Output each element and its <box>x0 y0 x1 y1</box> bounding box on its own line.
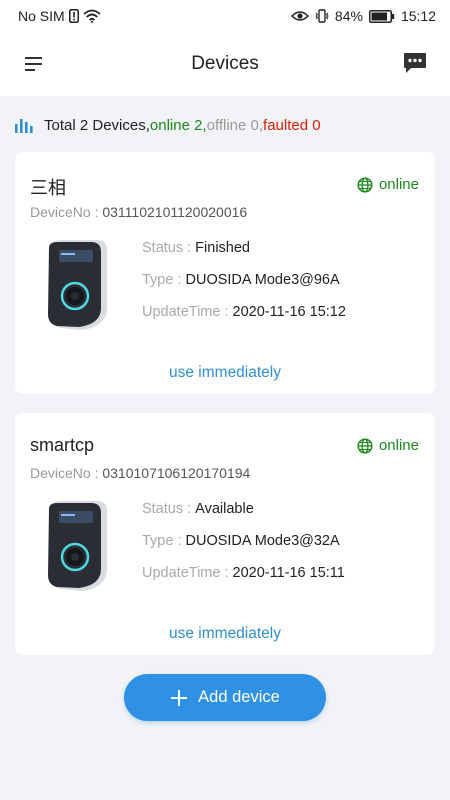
device-name: smartcp <box>30 435 95 455</box>
device-name: 三相 <box>30 178 66 198</box>
eye-icon <box>290 10 309 22</box>
online-status: online <box>357 176 419 193</box>
device-number-label: DeviceNo : <box>30 465 99 481</box>
type-label: Type : <box>142 272 182 288</box>
summary-online: online 2, <box>149 116 207 134</box>
wifi-icon <box>83 9 101 23</box>
sim-alert-icon <box>68 9 79 23</box>
battery-percent: 84% <box>334 8 363 24</box>
app-header: Devices <box>0 32 450 96</box>
device-card[interactable]: smartcp online DeviceNo : 03101071061201… <box>15 413 435 655</box>
status-bar: No SIM 84% 15:12 <box>0 0 450 32</box>
charger-image <box>43 499 113 595</box>
messages-button[interactable] <box>402 50 428 76</box>
use-immediately-link[interactable]: use immediately <box>15 364 435 382</box>
device-number: DeviceNo : 0311102101120020016 <box>30 204 247 220</box>
status-value: Finished <box>195 240 250 256</box>
vibrate-icon <box>315 9 329 23</box>
battery-icon <box>368 9 395 23</box>
type-label: Type : <box>142 533 182 549</box>
device-number-value: 0311102101120020016 <box>102 204 248 220</box>
globe-icon <box>357 437 373 454</box>
add-device-button[interactable]: Add device <box>124 674 326 721</box>
update-time-label: UpdateTime : <box>142 304 229 320</box>
online-status-label: online <box>378 437 419 454</box>
device-info: Status : Available Type : DUOSIDA Mode3@32… <box>142 501 345 597</box>
menu-icon <box>25 57 42 71</box>
online-status: online <box>357 437 419 454</box>
update-time-value: 2020-11-16 15:11 <box>232 565 345 581</box>
clock: 15:12 <box>400 8 436 24</box>
type-value: DUOSIDA Mode3@96A <box>185 272 340 288</box>
summary-total: Total 2 Devices, <box>44 116 150 134</box>
menu-button[interactable] <box>22 52 46 76</box>
device-summary: Total 2 Devices, online 2, offline 0, fa… <box>14 112 321 138</box>
update-time-label: UpdateTime : <box>142 565 229 581</box>
charger-image <box>43 238 113 334</box>
device-card[interactable]: 三相 online DeviceNo : 0311102101120020016… <box>15 152 435 394</box>
use-immediately-link[interactable]: use immediately <box>15 625 435 643</box>
status-label: Status : <box>142 501 192 517</box>
chat-icon <box>404 53 426 73</box>
globe-icon <box>357 176 373 193</box>
summary-offline: offline 0, <box>206 116 264 134</box>
page-title: Devices <box>191 53 259 74</box>
update-time-value: 2020-11-16 15:12 <box>232 304 346 320</box>
online-status-label: online <box>378 176 419 193</box>
add-device-label: Add device <box>198 688 280 706</box>
device-info: Status : Finished Type : DUOSIDA Mode3@96A… <box>142 240 346 336</box>
status-label: Status : <box>142 240 192 256</box>
bar-chart-icon <box>14 116 34 134</box>
device-number-value: 0310107106120170194 <box>102 465 251 481</box>
status-value: Available <box>195 501 254 517</box>
device-number: DeviceNo : 0310107106120170194 <box>30 465 250 481</box>
plus-icon <box>171 689 188 706</box>
carrier-text: No SIM <box>18 8 65 24</box>
device-number-label: DeviceNo : <box>30 204 99 220</box>
summary-faulted: faulted 0 <box>263 116 321 134</box>
type-value: DUOSIDA Mode3@32A <box>185 533 340 549</box>
